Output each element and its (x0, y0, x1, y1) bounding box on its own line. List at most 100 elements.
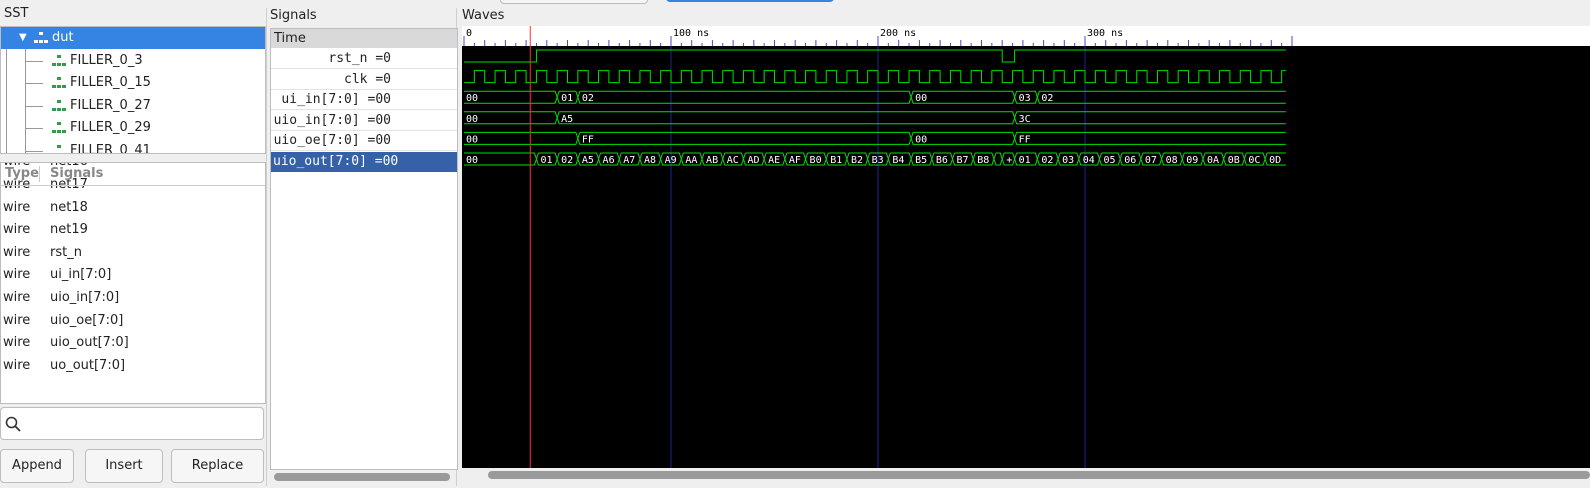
tree-item[interactable]: FILLER_0_29 (1, 117, 265, 139)
signal-row[interactable]: clk =0 (271, 70, 457, 90)
waves-canvas[interactable]: 0 100 ns 200 ns 300 ns 00 01 02 00 03 02 00 A5 3C 00 F… (462, 26, 1590, 468)
waves-horizontal-scrollbar[interactable] (488, 471, 1590, 479)
tree-connector (25, 150, 43, 152)
tree-connector (25, 60, 43, 62)
uio_out-value: 02 (561, 155, 573, 166)
signals-column-header[interactable]: Signals (50, 163, 103, 185)
uio_out-value: 08 (1166, 155, 1178, 166)
uio_in-value: 00 (466, 114, 478, 125)
tree-item-label: dut (52, 30, 74, 45)
signal-row-label: uio_in[7:0] =00 (273, 112, 391, 128)
uio_oe-value: FF (1019, 134, 1031, 145)
toolbar-highlight-button[interactable] (666, 0, 834, 2)
ui_in-value: 03 (1019, 93, 1031, 104)
signal-type: wire (3, 312, 31, 328)
clk-trace (464, 70, 1286, 84)
uio_out-value: 0C (1248, 155, 1260, 166)
signal-row[interactable]: ui_in[7:0] =00 (271, 90, 457, 111)
signal-list[interactable]: wirenet16wirenet17wirenet18wirenet19wire… (0, 162, 266, 404)
search-input[interactable] (0, 407, 264, 440)
tree-guide-line (6, 49, 7, 153)
ui_in-value: 02 (1041, 93, 1053, 104)
signal-row-label: uio_out[7:0] =00 (273, 154, 399, 169)
ui_in-segment (577, 90, 912, 104)
tree-item[interactable]: FILLER_0_15 (1, 72, 265, 94)
signal-list-row[interactable]: wire net19 (1, 218, 265, 241)
uio_out-value: B3 (872, 155, 884, 166)
signal-name: net19 (50, 222, 88, 238)
signal-row-label: ui_in[7:0] =00 (281, 92, 391, 108)
waves-panel-title: Waves (462, 8, 505, 23)
uio_out-value: B8 (977, 155, 989, 166)
tree-item[interactable]: FILLER_0_3 (1, 50, 265, 72)
rst-n-trace (464, 49, 1286, 63)
module-icon (52, 122, 66, 134)
signals-panel[interactable]: Time rst_n =0 clk =0 ui_in[7:0] =00 uio_in[… (270, 28, 458, 481)
signal-type: wire (3, 290, 31, 305)
ui_in-value: 00 (915, 93, 927, 104)
module-icon (34, 32, 48, 44)
uio_out-value: 0D (1269, 155, 1281, 166)
signal-list-row[interactable]: wire rst_n (1, 241, 265, 264)
tree-item[interactable]: FILLER_0_27 (1, 95, 265, 117)
uio_oe-value: 00 (915, 134, 927, 145)
replace-button[interactable]: Replace (171, 449, 264, 483)
uio_out-value: A8 (644, 155, 656, 166)
signal-row[interactable]: rst_n =0 (271, 49, 457, 69)
expander-icon[interactable]: ▼ (19, 27, 27, 49)
pane-divider[interactable] (266, 8, 267, 486)
uio_in-segment (1014, 111, 1286, 125)
signal-type: wire (3, 267, 31, 283)
tree-item-label: FILLER_0_27 (70, 97, 151, 113)
signal-row[interactable]: uio_oe[7:0] =00 (271, 131, 457, 152)
ui_in-value: 01 (561, 93, 573, 104)
signals-horizontal-scrollbar[interactable] (274, 473, 450, 481)
signal-name: ui_in[7:0] (50, 267, 112, 283)
waveform-view[interactable]: 0 100 ns 200 ns 300 ns 00 01 02 00 03 02 00 A5 3C 00 F… (462, 26, 1590, 468)
signal-row[interactable]: uio_out[7:0] =00 (271, 152, 457, 172)
uio_out-segment (993, 152, 1003, 166)
signal-list-row[interactable]: wire uio_out[7:0] (1, 331, 265, 354)
module-icon (52, 144, 66, 153)
ui_in-segment (1036, 90, 1286, 104)
uio_out-value: AD (747, 155, 759, 166)
uio_out-value: AA (685, 155, 697, 166)
signal-list-row[interactable]: wire uio_oe[7:0] (1, 309, 265, 332)
uio_out-value: A5 (582, 155, 594, 166)
tree-item[interactable]: FILLER_0_41 (1, 140, 265, 153)
uio_oe-segment (1014, 131, 1286, 145)
signal-list-row[interactable]: wire uio_in[7:0] (1, 286, 265, 309)
uio_out-value: A6 (603, 155, 615, 166)
uio_out-value: 02 (1041, 155, 1053, 166)
time-row[interactable]: Time (271, 29, 457, 48)
signal-list-row[interactable]: wire net18 (1, 196, 265, 219)
signal-name: uo_out[7:0] (50, 357, 126, 373)
signals-panel-title: Signals (270, 8, 317, 23)
uio_oe-value: 00 (466, 134, 478, 145)
insert-button[interactable]: Insert (85, 449, 163, 483)
type-column-header[interactable]: Type (5, 163, 39, 185)
uio_out-value: A7 (623, 155, 635, 166)
toolbar-field[interactable] (500, 0, 648, 4)
uio_out-value: 0B (1228, 155, 1240, 166)
signal-list-row[interactable]: wire uo_out[7:0] (1, 354, 265, 377)
sst-tree[interactable]: ▼ dut FILLER_0_3 FILLER_0_15 FILLER_0_27 FILL… (0, 26, 266, 154)
signal-row[interactable]: uio_in[7:0] =00 (271, 111, 457, 131)
signal-type: wire (3, 244, 31, 260)
signal-row-label: rst_n =0 (328, 51, 391, 66)
timescale-bar (462, 26, 1590, 46)
module-icon (52, 99, 66, 112)
module-icon (52, 54, 66, 67)
uio_out-value: 01 (1019, 155, 1031, 166)
signal-list-row[interactable]: wire ui_in[7:0] (1, 263, 265, 286)
uio_oe-value: FF (582, 134, 594, 145)
uio_out-value: 07 (1145, 155, 1157, 166)
sst-title: SST (4, 6, 29, 21)
tree-item[interactable]: ▼ dut (1, 27, 265, 49)
uio_out-value: 03 (1062, 155, 1074, 166)
uio_out-value: AF (789, 155, 801, 166)
uio_out-value: 00 (466, 155, 478, 166)
append-button[interactable]: Append (0, 449, 74, 483)
tree-connector (25, 83, 43, 84)
uio_out-value: AB (706, 155, 718, 166)
